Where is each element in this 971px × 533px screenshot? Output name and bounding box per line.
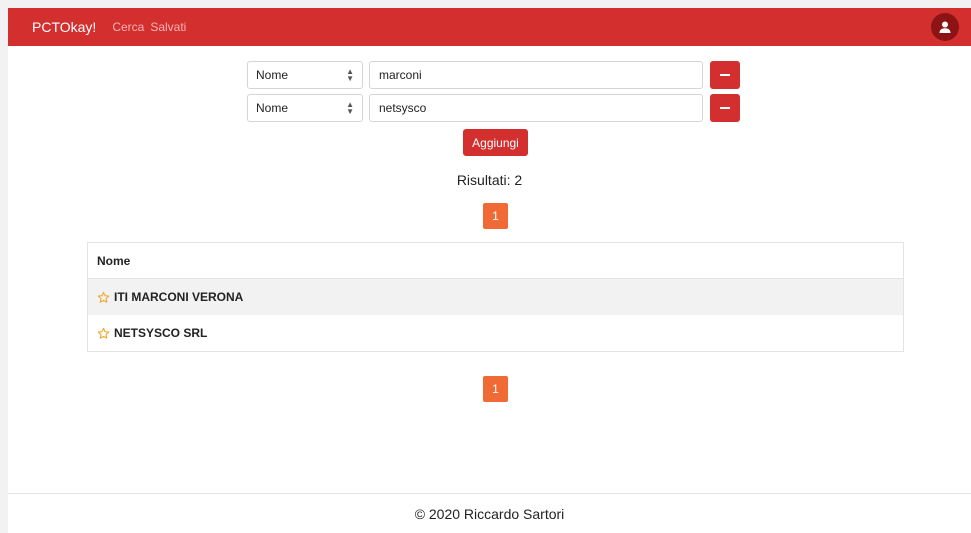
filter-row: Nome ▲ ▼ netsysco [247, 94, 740, 122]
nav-link-cerca[interactable]: Cerca [112, 20, 144, 34]
row-name: NETSYSCO SRL [114, 326, 208, 340]
nav-link-salvati[interactable]: Salvati [150, 20, 186, 34]
results-count: Risultati: 2 [456, 172, 523, 188]
user-icon [939, 21, 951, 33]
filter-row: Nome ▲ ▼ marconi [247, 61, 740, 89]
field-select-value: Nome [256, 68, 289, 82]
select-arrows-icon: ▲ ▼ [346, 100, 354, 116]
table-row[interactable]: NETSYSCO SRL [88, 315, 903, 351]
remove-filter-button[interactable] [710, 61, 740, 89]
table-row[interactable]: ITI MARCONI VERONA [88, 279, 903, 315]
navbar: PCTOkay! Cerca Salvati [8, 8, 971, 46]
filter-value-input[interactable]: marconi [369, 61, 703, 89]
star-outline-icon[interactable] [97, 327, 110, 340]
remove-filter-button[interactable] [710, 94, 740, 122]
table-header-nome: Nome [88, 243, 903, 279]
minus-icon [720, 107, 730, 109]
minus-icon [720, 74, 730, 76]
footer-copyright: © 2020 Riccardo Sartori [414, 505, 565, 522]
row-name: ITI MARCONI VERONA [114, 290, 244, 304]
field-select[interactable]: Nome ▲ ▼ [247, 61, 363, 89]
footer: © 2020 Riccardo Sartori [8, 493, 971, 533]
add-filter-button[interactable]: Aggiungi [463, 129, 528, 156]
field-select-value: Nome [256, 101, 289, 115]
pagination-page-button[interactable]: 1 [483, 203, 508, 229]
results-table: Nome ITI MARCONI VERONA NETSYSCO SRL [87, 242, 904, 352]
select-arrows-icon: ▲ ▼ [346, 67, 354, 83]
pagination-page-button[interactable]: 1 [483, 376, 508, 402]
brand-logo[interactable]: PCTOkay! [32, 19, 96, 35]
star-outline-icon[interactable] [97, 291, 110, 304]
filter-value-input[interactable]: netsysco [369, 94, 703, 122]
field-select[interactable]: Nome ▲ ▼ [247, 94, 363, 122]
page: PCTOkay! Cerca Salvati Nome ▲ ▼ marconi N… [8, 8, 971, 533]
user-avatar-button[interactable] [931, 13, 959, 41]
